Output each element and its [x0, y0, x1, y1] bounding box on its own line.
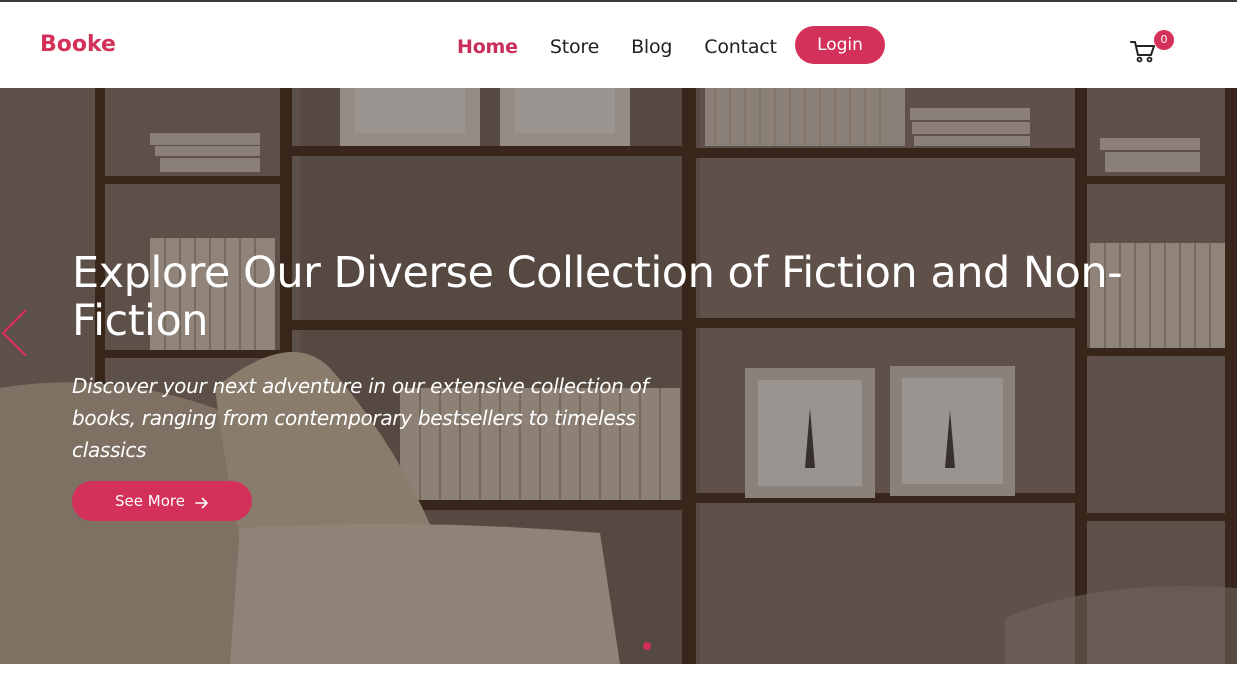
nav-blog[interactable]: Blog: [631, 36, 672, 58]
nav-home[interactable]: Home: [457, 36, 518, 58]
see-more-label: See More: [115, 492, 185, 510]
hero-title: Explore Our Diverse Collection of Fictio…: [72, 248, 1123, 346]
nav-contact[interactable]: Contact: [704, 36, 777, 58]
main-nav: Home Store Blog Contact: [457, 28, 809, 66]
see-more-button[interactable]: See More: [72, 481, 252, 521]
cart-count-badge: 0: [1154, 30, 1174, 50]
arrow-right-icon: [195, 495, 209, 509]
login-button[interactable]: Login: [795, 26, 885, 64]
hero-subtitle: Discover your next adventure in our exte…: [72, 374, 649, 462]
site-header: Booke Home Store Blog Contact Login 0: [0, 2, 1237, 88]
page-below-hero: [0, 664, 1237, 696]
hero-carousel: Explore Our Diverse Collection of Fictio…: [0, 88, 1237, 664]
brand-logo[interactable]: Booke: [40, 32, 116, 57]
carousel-indicator-dot[interactable]: [643, 642, 651, 650]
carousel-prev-chevron-left-icon[interactable]: [0, 308, 30, 358]
nav-store[interactable]: Store: [550, 36, 599, 58]
